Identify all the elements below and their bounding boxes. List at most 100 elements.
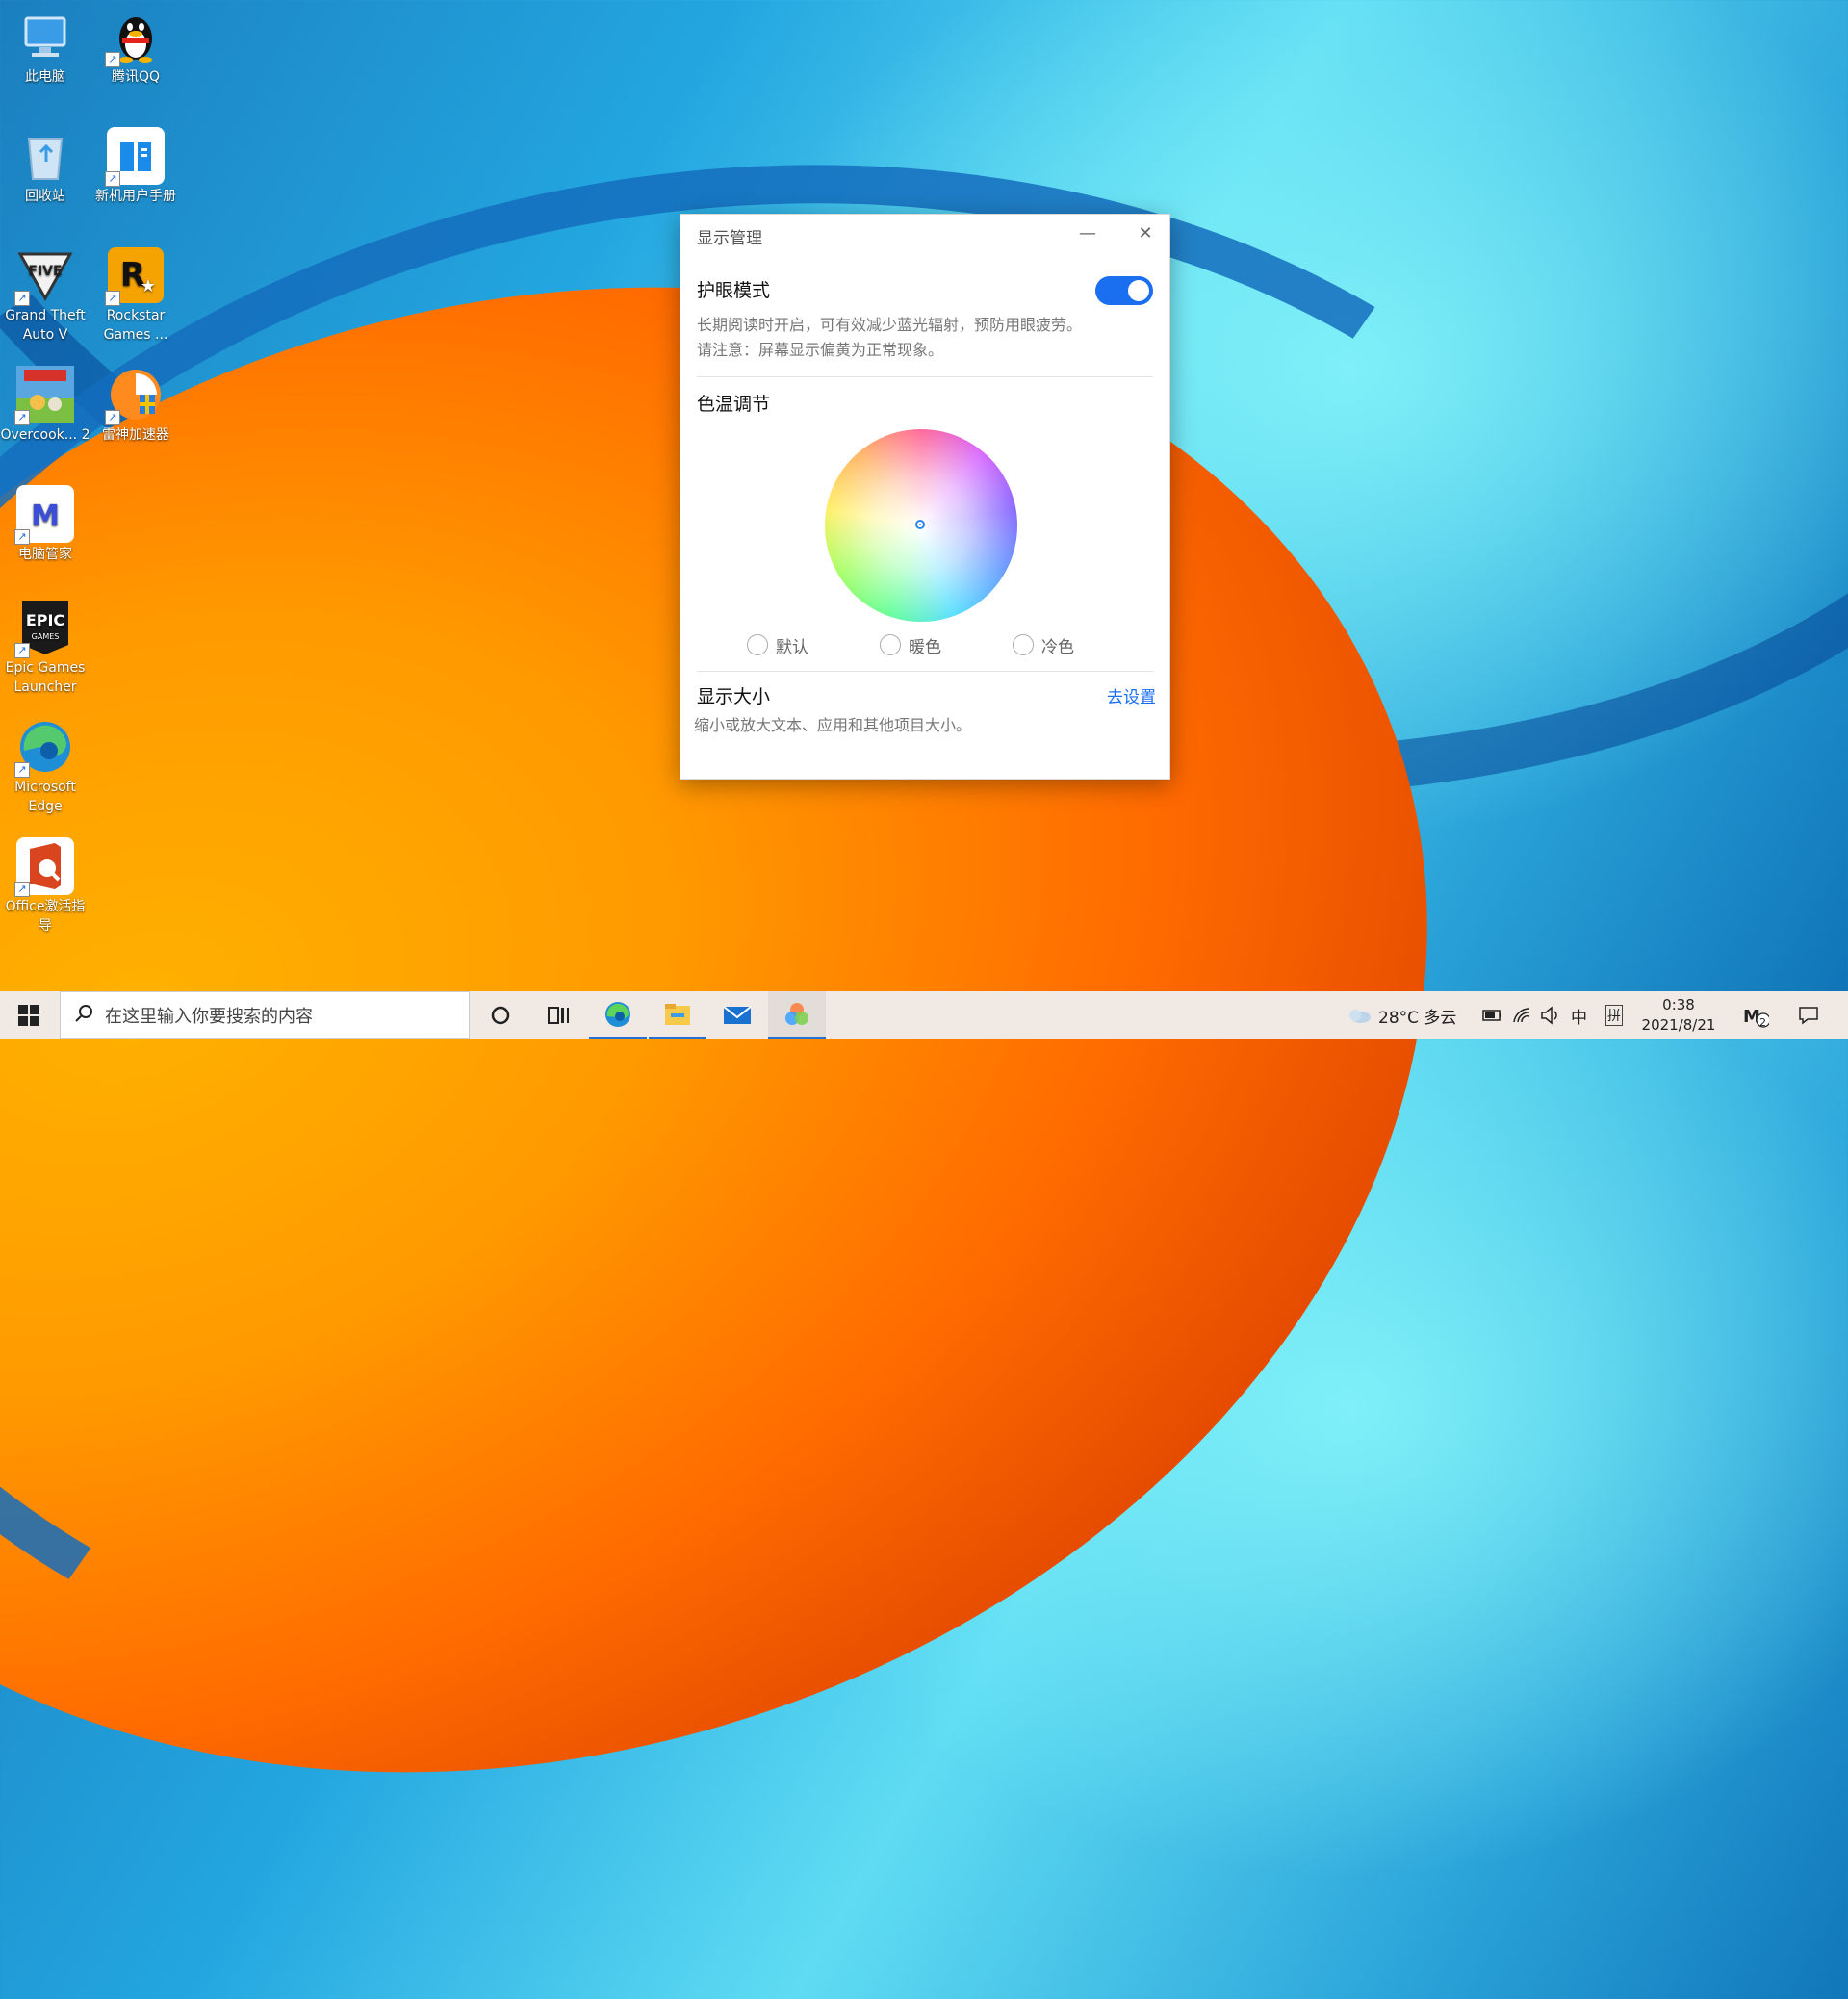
overcooked-icon: ↗	[14, 366, 74, 425]
radio-default[interactable]: 默认	[747, 633, 808, 657]
manual-book-icon: ↗	[105, 127, 165, 187]
close-button[interactable]: ✕	[1131, 220, 1160, 247]
shortcut-arrow-icon: ↗	[14, 529, 30, 545]
desktop-icon-rockstar[interactable]: R ★ ↗ Rockstar Games ...	[90, 239, 181, 345]
svg-text:FIVE: FIVE	[28, 264, 62, 279]
notification-icon	[1799, 1007, 1818, 1025]
divider	[697, 376, 1153, 377]
qq-penguin-icon: ↗	[105, 8, 165, 67]
desktop-icon-gta-v[interactable]: FIVE ↗ Grand Theft Auto V	[0, 239, 90, 345]
cortana-circle-icon	[491, 1006, 510, 1025]
svg-text:M: M	[31, 500, 60, 533]
taskbar-file-explorer[interactable]	[649, 991, 706, 1039]
network-tray[interactable]	[1511, 991, 1532, 1039]
desktop-icon-label: 回收站	[25, 189, 65, 204]
taskbar-clock[interactable]: 0:38 2021/8/21	[1632, 995, 1725, 1036]
desktop-icon-label: 电脑管家	[18, 547, 72, 562]
minimize-button[interactable]: —	[1073, 220, 1102, 247]
eye-care-desc-line2: 请注意：屏幕显示偏黄为正常现象。	[697, 341, 944, 359]
ime-mode-label: 拼	[1605, 1005, 1623, 1026]
radio-circle-icon	[747, 634, 768, 655]
color-circles-icon	[785, 1002, 808, 1025]
task-view-icon	[548, 1007, 569, 1024]
battery-tray[interactable]	[1482, 991, 1503, 1039]
desktop-icon-label: Rockstar Games ...	[103, 308, 168, 343]
radio-cool[interactable]: 冷色	[1013, 633, 1074, 657]
shortcut-arrow-icon: ↗	[14, 291, 30, 306]
shortcut-arrow-icon: ↗	[14, 762, 30, 778]
desktop-icon-edge[interactable]: ↗ Microsoft Edge	[0, 710, 90, 816]
radio-warm[interactable]: 暖色	[880, 633, 941, 657]
divider	[697, 671, 1153, 672]
eye-care-toggle[interactable]	[1095, 276, 1153, 305]
desktop-icon-label: Microsoft Edge	[14, 780, 76, 814]
pc-manager-tray[interactable]: M 2	[1740, 991, 1769, 1039]
shortcut-arrow-icon: ↗	[105, 171, 120, 187]
desktop-icon-qq[interactable]: ↗ 腾讯QQ	[90, 0, 181, 87]
svg-text:EPIC: EPIC	[26, 611, 64, 629]
recycle-bin-icon	[16, 127, 74, 185]
shortcut-arrow-icon: ↗	[105, 291, 120, 306]
color-wheel-handle[interactable]	[915, 520, 925, 529]
color-temp-title: 色温调节	[697, 394, 771, 415]
task-view-button[interactable]	[529, 991, 587, 1039]
display-management-dialog: 显示管理 — ✕ 护眼模式 长期阅读时开启，可有效减少蓝光辐射，预防用眼疲劳。 …	[680, 214, 1170, 780]
taskbar-display-manager[interactable]	[768, 991, 826, 1039]
desktop-icon-accelerator[interactable]: ↗ 雷神加速器	[90, 358, 181, 445]
radio-cool-label: 冷色	[1041, 637, 1074, 657]
desktop-icon-label: Epic Games Launcher	[5, 660, 86, 695]
folder-icon	[665, 1003, 690, 1025]
weather-text: 28°C 多云	[1378, 1008, 1457, 1028]
close-icon: ✕	[1138, 223, 1153, 243]
shortcut-arrow-icon: ↗	[105, 410, 120, 425]
desktop-icon-epic-games[interactable]: EPIC GAMES ↗ Epic Games Launcher	[0, 591, 90, 697]
notification-count: 2	[1759, 1016, 1766, 1029]
volume-tray[interactable]	[1540, 991, 1561, 1039]
taskbar-search-box[interactable]: 在这里输入你要搜索的内容	[60, 991, 470, 1039]
desktop-icon-office[interactable]: ↗ Office激活指导	[0, 830, 90, 935]
color-temperature-wheel[interactable]	[825, 429, 1017, 622]
desktop-icon-label: 腾讯QQ	[111, 69, 161, 85]
start-button[interactable]	[0, 991, 58, 1039]
taskbar-edge[interactable]	[589, 991, 647, 1039]
radio-default-label: 默认	[776, 637, 808, 657]
pc-manager-icon: M ↗	[14, 485, 74, 545]
ime-language[interactable]: 中	[1571, 991, 1587, 1039]
clock-time: 0:38	[1662, 996, 1695, 1013]
shortcut-arrow-icon: ↗	[14, 410, 30, 425]
ime-mode[interactable]: 拼	[1605, 991, 1623, 1039]
action-center-button[interactable]	[1798, 991, 1819, 1039]
computer-icon	[16, 8, 74, 65]
desktop-icon-pc-manager[interactable]: M ↗ 电脑管家	[0, 477, 90, 564]
cortana-button[interactable]	[472, 991, 529, 1039]
desktop-icon-label: Grand Theft Auto V	[5, 308, 86, 343]
desktop-icon-user-manual[interactable]: ↗ 新机用户手册	[90, 119, 181, 206]
desktop-icon-recycle-bin[interactable]: 回收站	[0, 119, 90, 206]
go-settings-link[interactable]: 去设置	[1107, 683, 1156, 707]
eye-care-desc-line1: 长期阅读时开启，可有效减少蓝光辐射，预防用眼疲劳。	[697, 316, 1083, 334]
accelerator-icon: ↗	[105, 366, 165, 425]
battery-icon	[1482, 1010, 1502, 1021]
desktop-icon-this-pc[interactable]: 此电脑	[0, 0, 90, 87]
windows-logo-icon	[18, 1005, 39, 1026]
display-size-title: 显示大小	[697, 686, 771, 707]
shortcut-arrow-icon: ↗	[14, 882, 30, 897]
edge-icon: ↗	[14, 718, 74, 778]
radio-circle-icon	[880, 634, 901, 655]
speaker-icon	[1541, 1006, 1557, 1025]
toggle-knob	[1128, 280, 1149, 301]
edge-icon	[605, 1001, 630, 1027]
desktop-icon-label: 新机用户手册	[95, 189, 176, 204]
office-icon: ↗	[14, 837, 74, 897]
weather-widget[interactable]: 28°C 多云	[1346, 991, 1456, 1039]
display-size-desc: 缩小或放大文本、应用和其他项目大小。	[694, 716, 972, 734]
clock-date: 2021/8/21	[1641, 1016, 1716, 1034]
mail-icon	[723, 1006, 752, 1024]
taskbar-mail[interactable]	[708, 991, 766, 1039]
wifi-icon	[1513, 1008, 1530, 1023]
gta-v-icon: FIVE ↗	[14, 246, 74, 306]
desktop-icon-overcooked[interactable]: ↗ Overcook... 2	[0, 358, 90, 445]
search-placeholder: 在这里输入你要搜索的内容	[105, 1007, 313, 1027]
desktop-icon-label: 雷神加速器	[102, 427, 169, 443]
eye-care-title: 护眼模式	[697, 280, 771, 301]
